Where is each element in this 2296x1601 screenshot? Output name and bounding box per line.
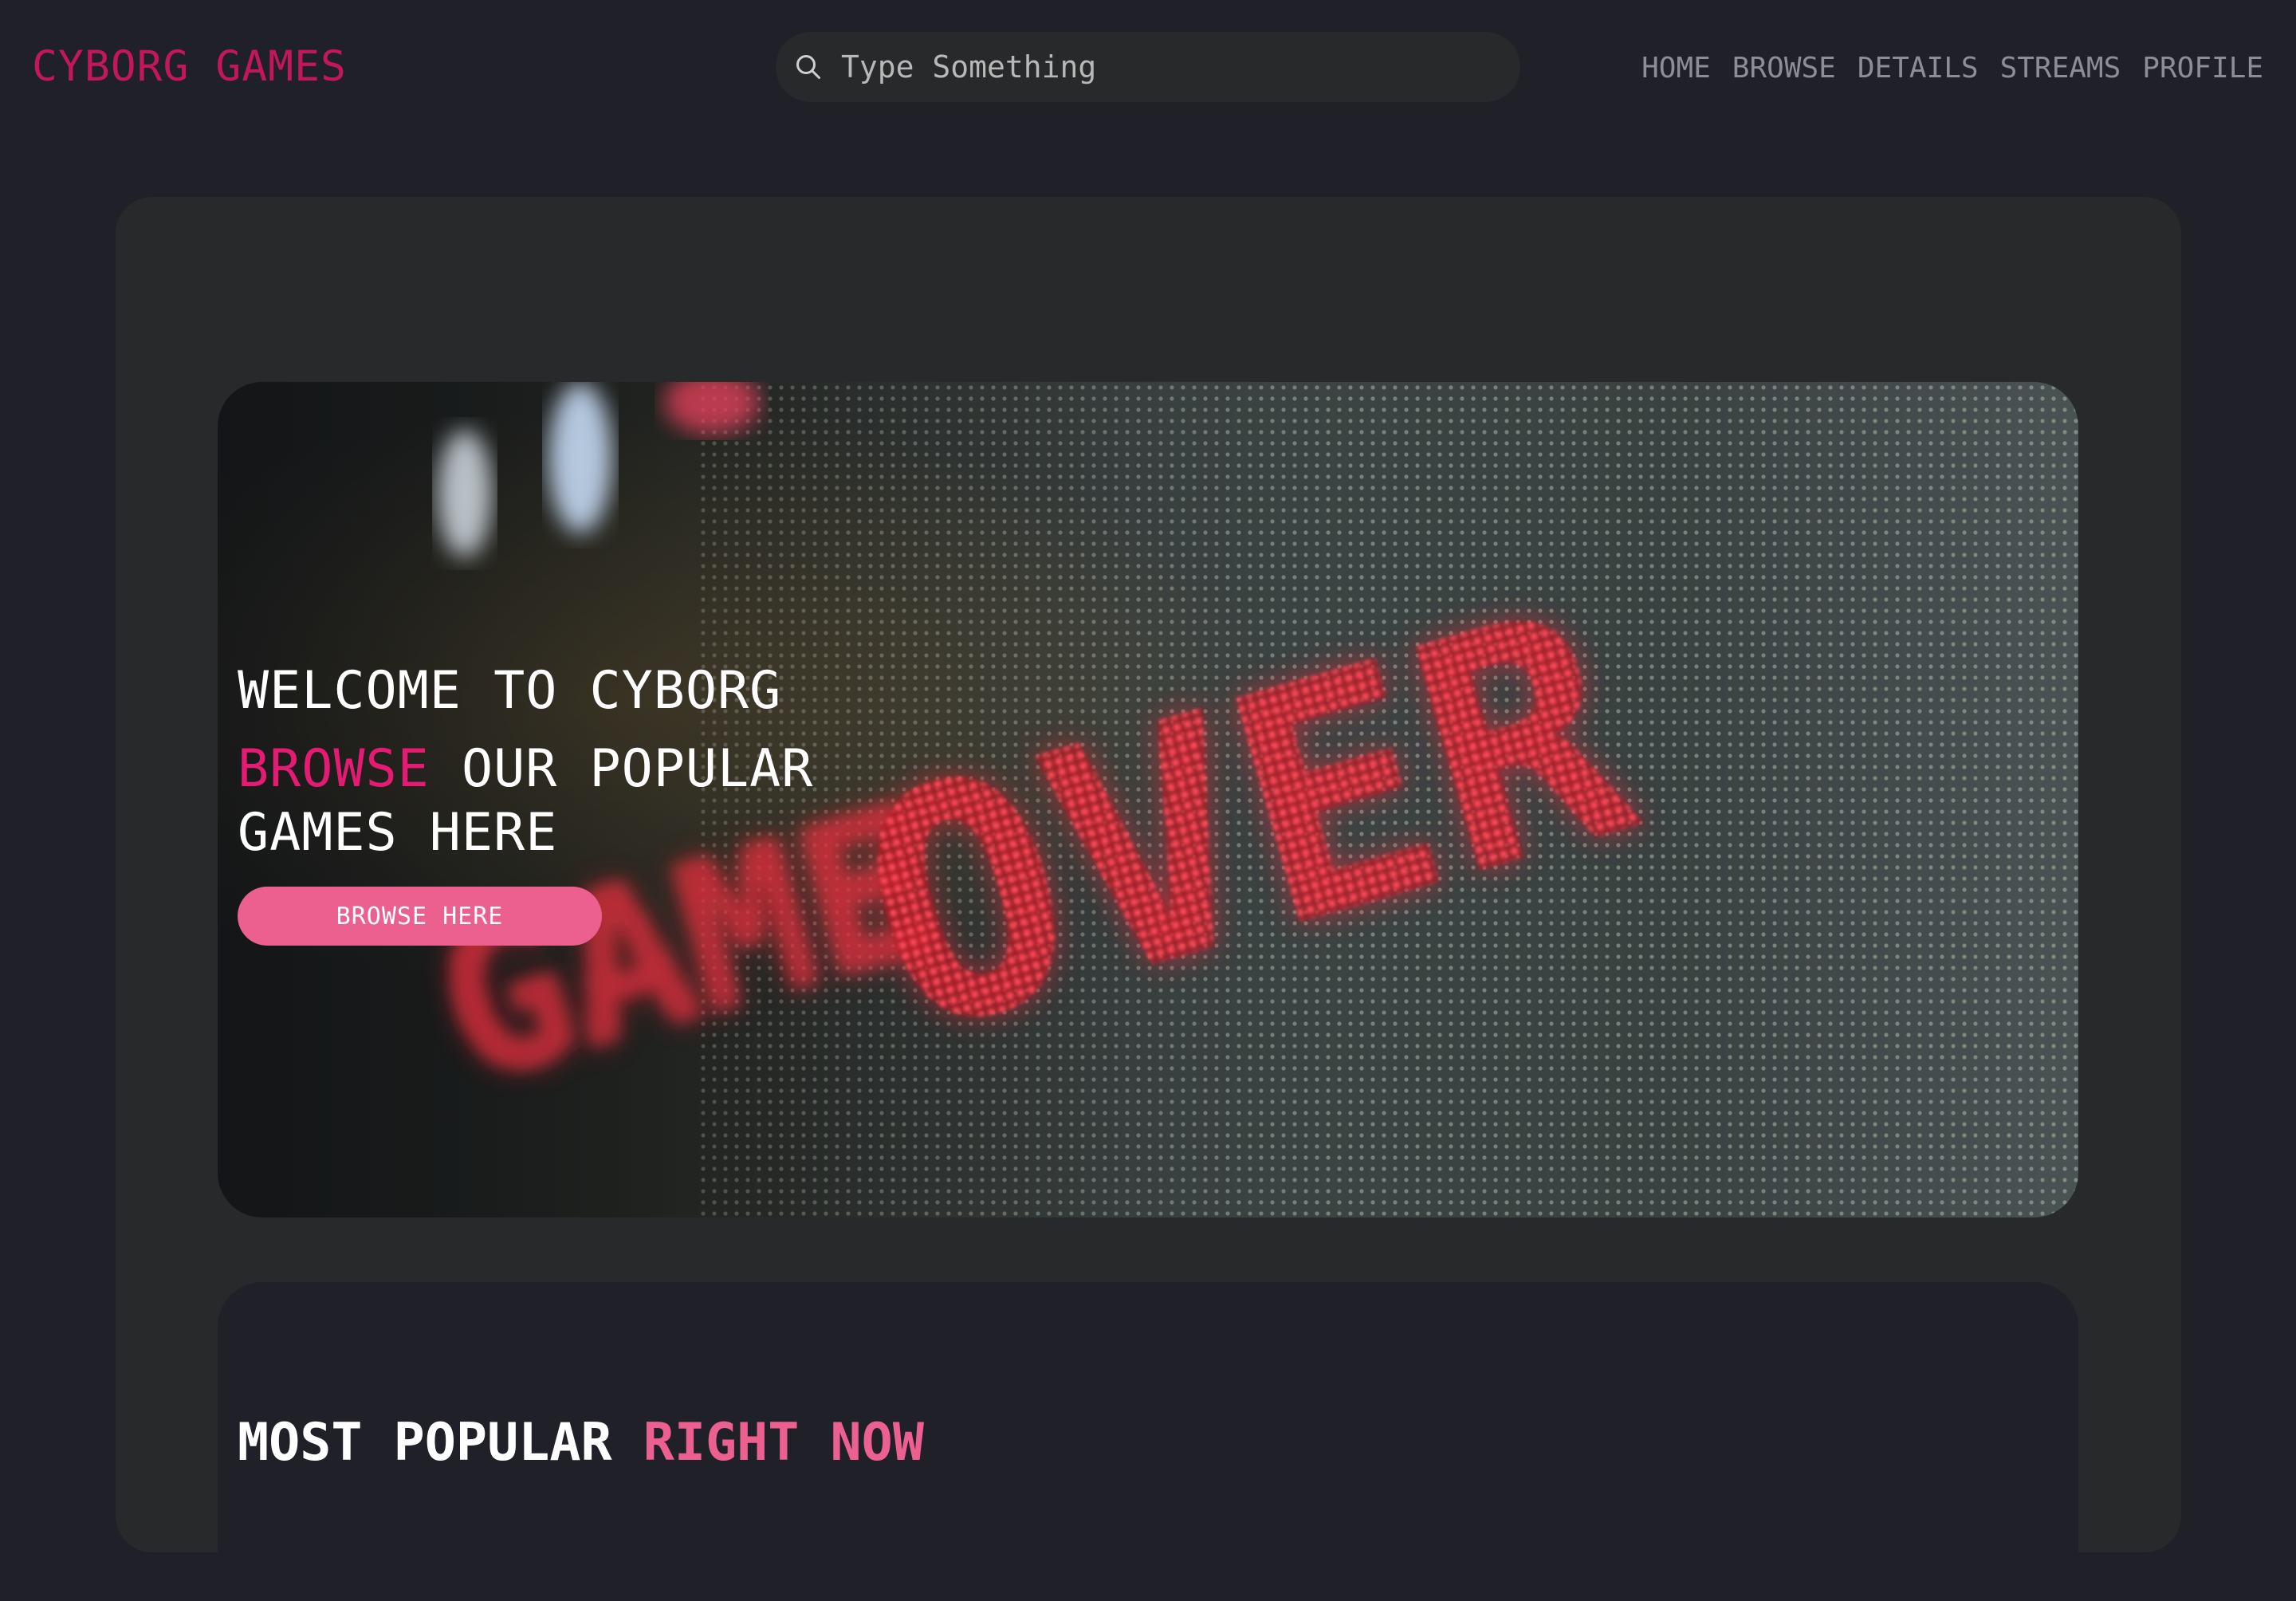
browse-here-button[interactable]: BROWSE HERE xyxy=(238,887,602,946)
search-bar[interactable] xyxy=(776,32,1520,102)
hero-heading: BROWSE OUR POPULAR GAMES HERE xyxy=(238,738,843,865)
site-logo[interactable]: CYBORG GAMES xyxy=(32,41,347,92)
search-input[interactable] xyxy=(839,32,1493,102)
main-nav: HOME BROWSE DETAILS STREAMS PROFILE xyxy=(1641,48,2263,89)
nav-browse[interactable]: BROWSE xyxy=(1732,48,1836,89)
nav-home[interactable]: HOME xyxy=(1641,48,1711,89)
nav-details[interactable]: DETAILS xyxy=(1858,48,1979,89)
top-header: CYBORG GAMES HOME BROWSE DETAILS STREAMS… xyxy=(0,0,2296,136)
nav-profile[interactable]: PROFILE xyxy=(2142,48,2263,89)
search-icon xyxy=(796,55,820,79)
hero-heading-accent: BROWSE xyxy=(238,739,430,799)
most-popular-heading: MOST POPULAR RIGHT NOW xyxy=(238,1411,924,1475)
hero-welcome-text: WELCOME TO CYBORG xyxy=(238,661,782,721)
nav-streams[interactable]: STREAMS xyxy=(2000,48,2121,89)
